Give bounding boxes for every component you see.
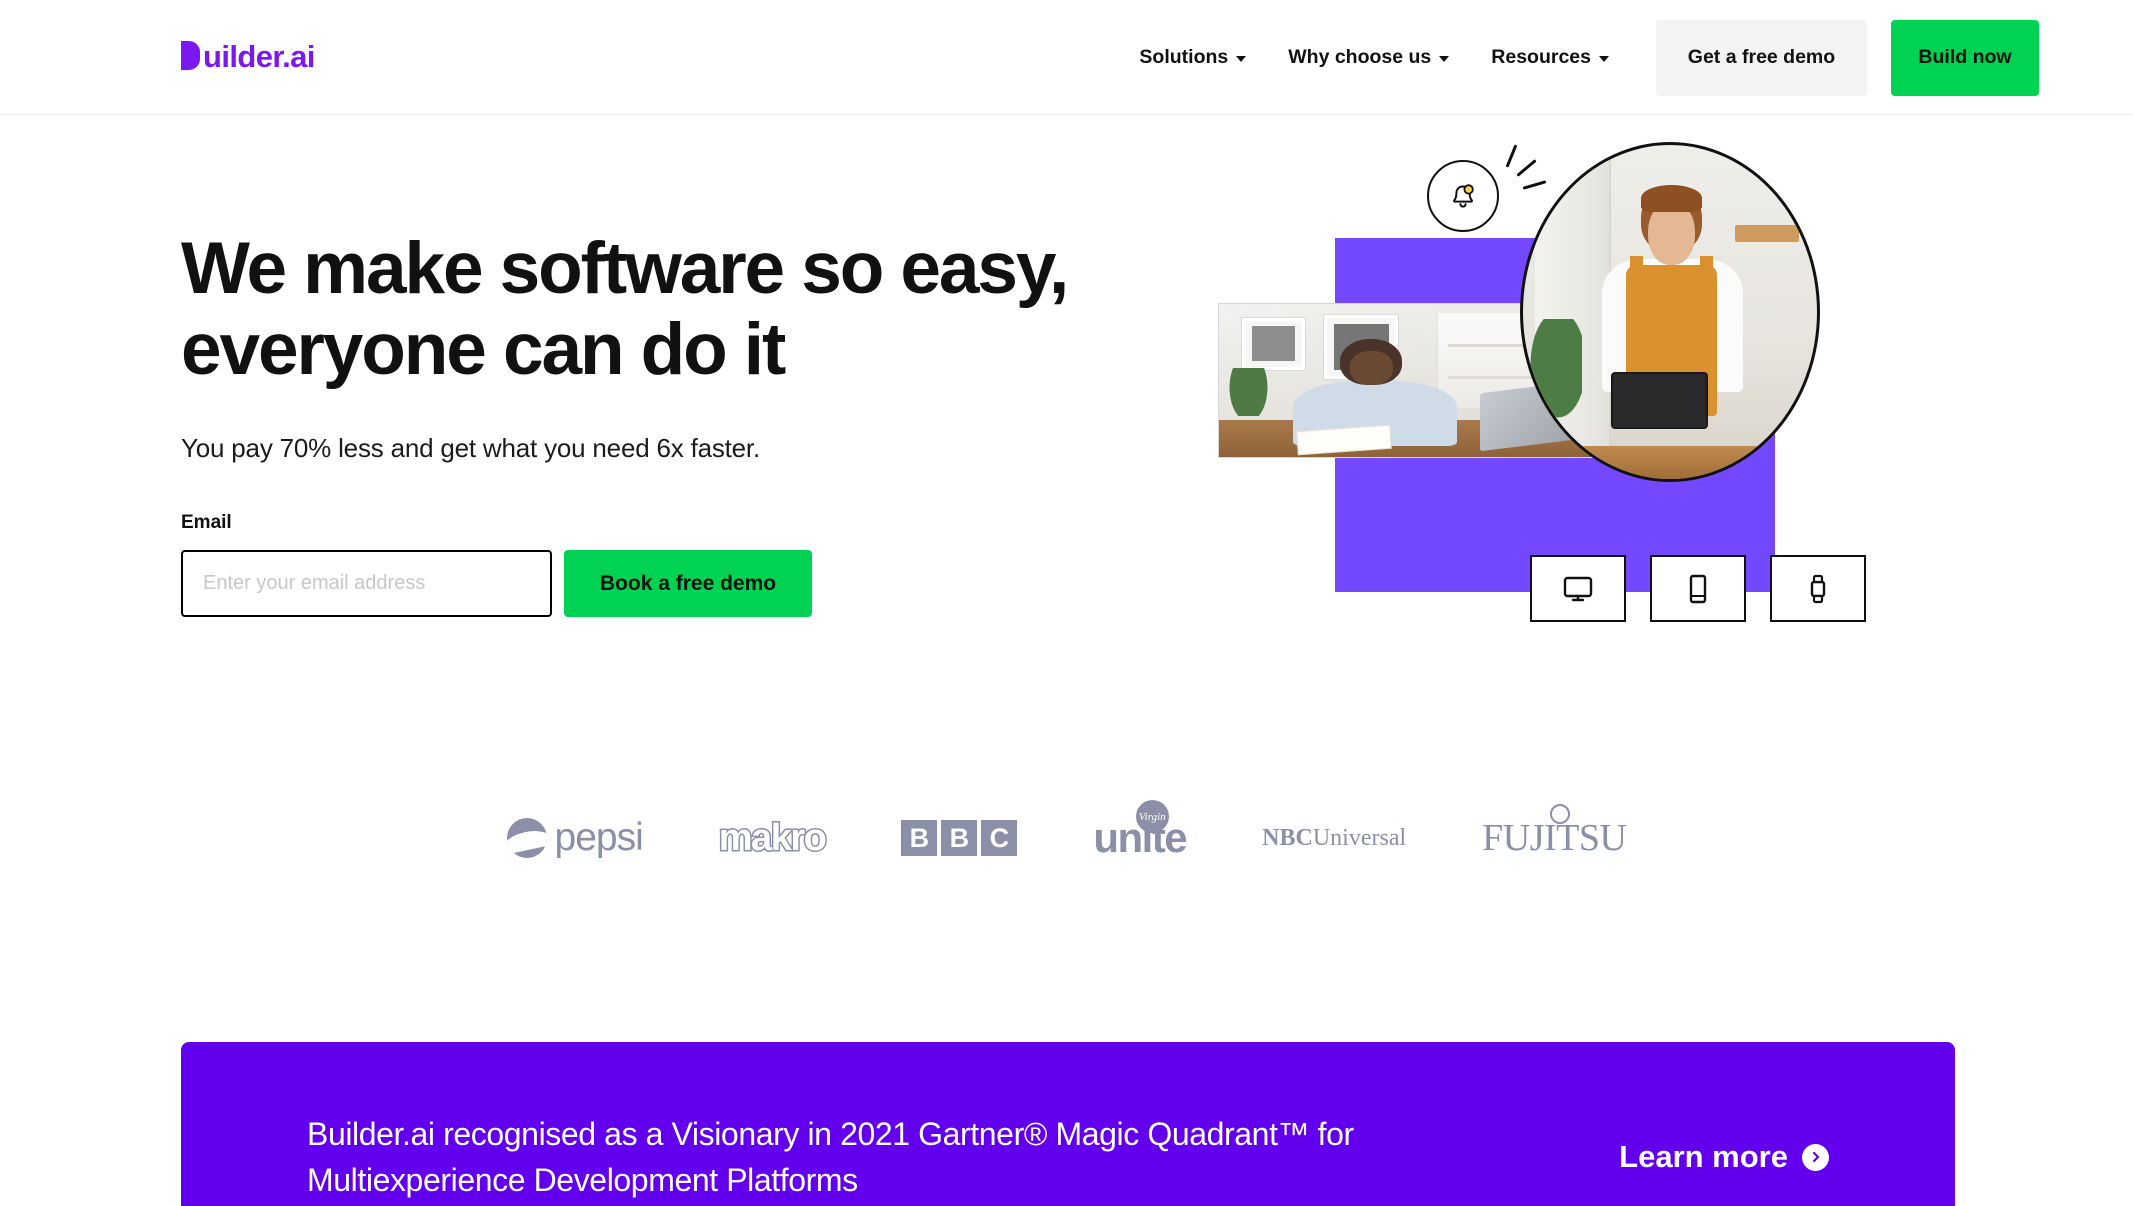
hero-section: We make software so easy, everyone can d… — [181, 228, 1131, 618]
logo-label: pepsi — [554, 816, 644, 859]
photo-tablet — [1611, 372, 1709, 429]
brand-logo-text: uilder.ai — [203, 39, 315, 74]
hero-illustration — [1180, 142, 1980, 710]
photo-person-face — [1349, 351, 1393, 386]
hero-photo-woman-with-tablet — [1520, 142, 1820, 482]
logo-virgin-unite: Virgin unite — [1093, 800, 1188, 876]
logo-pepsi: pepsi — [506, 800, 644, 876]
photo-shelf — [1734, 225, 1800, 242]
gartner-award-banner: Builder.ai recognised as a Visionary in … — [181, 1042, 1955, 1206]
learn-more-link[interactable]: Learn more — [1619, 1139, 1829, 1175]
bbc-letter: B — [901, 820, 938, 856]
notification-bell-badge — [1427, 160, 1499, 232]
page-root: uilder.ai Solutions Why choose us Resour… — [0, 0, 2133, 1206]
chevron-down-icon — [1599, 55, 1609, 62]
primary-navigation: Solutions Why choose us Resources Get a … — [1118, 0, 2133, 115]
hero-headline: We make software so easy, everyone can d… — [181, 228, 1069, 391]
brand-logo[interactable]: uilder.ai — [181, 38, 315, 72]
hero-signup-form: Book a free demo — [181, 550, 1131, 618]
banner-headline: Builder.ai recognised as a Visionary in … — [307, 1115, 1354, 1198]
virgin-signature-icon: Virgin — [1135, 800, 1169, 833]
nav-item-label: Resources — [1491, 46, 1591, 68]
logo-label-light: Universal — [1312, 824, 1407, 851]
fujitsu-infinity-icon — [1549, 804, 1570, 824]
book-a-free-demo-button[interactable]: Book a free demo — [564, 550, 812, 618]
watch-icon — [1810, 574, 1826, 603]
nav-item-label: Solutions — [1139, 46, 1229, 68]
email-input[interactable] — [181, 550, 552, 618]
bell-ray-icon — [1505, 144, 1518, 168]
bell-ray-icon — [1516, 159, 1537, 177]
device-card-tablet — [1650, 555, 1746, 622]
site-header: uilder.ai Solutions Why choose us Resour… — [0, 0, 2133, 115]
bbc-letter: B — [941, 820, 978, 856]
bell-icon — [1453, 184, 1474, 208]
device-card-watch — [1770, 555, 1866, 622]
brand-logo-mark — [181, 41, 200, 70]
photo-person-fringe — [1640, 185, 1703, 212]
chevron-right-icon — [1802, 1143, 1829, 1171]
tablet-icon — [1689, 574, 1707, 603]
nav-item-resources[interactable]: Resources — [1470, 0, 1630, 115]
chevron-down-icon — [1236, 55, 1247, 62]
hero-subheadline: You pay 70% less and get what you need 6… — [181, 433, 760, 464]
bbc-letter: C — [981, 820, 1018, 856]
logo-label: makro — [717, 815, 828, 860]
logo-nbcuniversal: NBCUniversal — [1262, 800, 1406, 876]
logo-label: B B C — [901, 820, 1018, 856]
pepsi-globe-icon — [506, 818, 547, 858]
device-icon-row — [1530, 555, 1866, 622]
logo-label-bold: NBC — [1262, 824, 1313, 851]
photo-counter — [1575, 445, 1817, 479]
device-card-desktop — [1530, 555, 1626, 622]
get-a-free-demo-button[interactable]: Get a free demo — [1656, 19, 1867, 96]
logo-makro: makro — [717, 800, 828, 876]
logo-bbc: B B C — [901, 800, 1018, 876]
nav-item-why-choose-us[interactable]: Why choose us — [1267, 0, 1470, 115]
logo-fujitsu: FUJITSU — [1482, 800, 1627, 876]
chevron-down-icon — [1439, 55, 1450, 62]
logo-label: FUJITSU — [1482, 817, 1627, 859]
learn-more-label: Learn more — [1619, 1139, 1788, 1174]
build-now-button[interactable]: Build now — [1891, 19, 2039, 96]
photo-wall-frame — [1242, 317, 1305, 370]
nav-item-label: Why choose us — [1288, 46, 1432, 68]
client-logo-strip: pepsi makro B B C Virgin unite NBCUniver… — [0, 800, 2133, 876]
photo-plant — [1523, 318, 1582, 433]
nav-item-solutions[interactable]: Solutions — [1118, 0, 1267, 115]
email-field-label: Email — [181, 512, 232, 534]
desktop-icon — [1563, 576, 1593, 601]
